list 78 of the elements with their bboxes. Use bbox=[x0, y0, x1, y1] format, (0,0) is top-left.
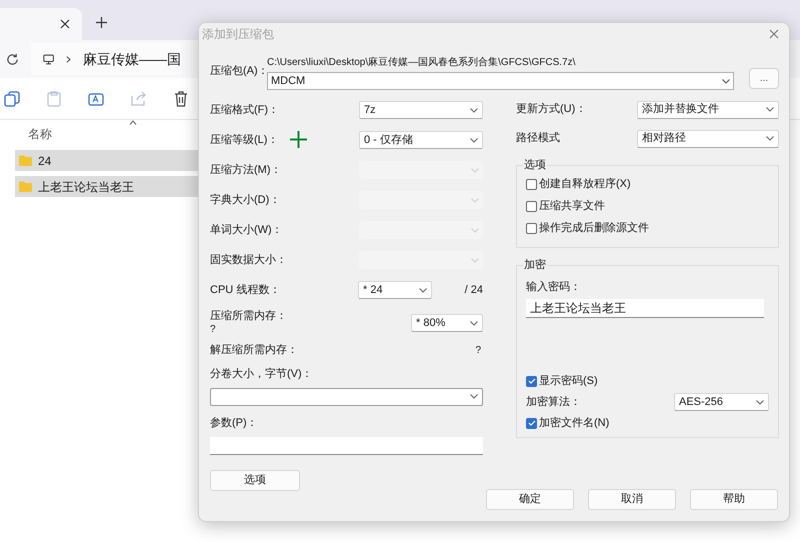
chevron-down-icon bbox=[766, 107, 774, 112]
memory-value: ? bbox=[210, 323, 217, 337]
field-label: 解压缩所需内存： bbox=[210, 342, 298, 358]
field-label: 压缩等级(L)： bbox=[210, 132, 278, 148]
field-label: 压缩包(A)： bbox=[210, 64, 267, 79]
checkbox[interactable]: 显示密码(S) bbox=[526, 370, 769, 392]
field-label: 参数(P)： bbox=[210, 416, 259, 430]
refresh-icon[interactable] bbox=[6, 52, 19, 66]
chevron-down-icon bbox=[470, 108, 478, 112]
chevron-down-icon bbox=[470, 394, 478, 399]
chevron-down-icon bbox=[722, 78, 730, 84]
chevron-right-icon bbox=[66, 54, 71, 64]
dropdown[interactable]: 7z bbox=[359, 101, 483, 119]
share-icon[interactable] bbox=[131, 91, 147, 106]
chevron-down-icon bbox=[470, 320, 478, 326]
dialog-button[interactable]: 确定 bbox=[486, 489, 574, 510]
copy-icon[interactable] bbox=[4, 90, 20, 106]
dialog-button[interactable]: 帮助 bbox=[690, 489, 778, 510]
chevron-down-icon bbox=[471, 168, 479, 172]
folder-icon bbox=[19, 155, 32, 166]
close-icon[interactable] bbox=[60, 19, 70, 29]
dropdown[interactable]: 相对路径 bbox=[637, 130, 779, 148]
field-label: 单词大小(W)： bbox=[210, 222, 283, 238]
field-label: 字典大小(D)： bbox=[210, 192, 280, 208]
crosshair-cursor-icon bbox=[290, 131, 307, 148]
browse-button[interactable]: ... bbox=[749, 68, 779, 89]
clipboard-icon[interactable] bbox=[47, 90, 61, 106]
dropdown[interactable]: * 24 bbox=[358, 281, 432, 299]
window-title: 添加到压缩包 bbox=[202, 26, 274, 43]
options-button[interactable]: 选项 bbox=[210, 470, 300, 491]
checkmark-icon bbox=[528, 378, 536, 384]
field-label: 固实数据大小： bbox=[210, 252, 287, 268]
field-label: 压缩格式(F)： bbox=[210, 102, 280, 118]
dropdown[interactable] bbox=[210, 388, 483, 406]
thread-max: / 24 bbox=[464, 282, 483, 298]
file-row[interactable]: 24 bbox=[15, 150, 200, 171]
dropdown[interactable]: 添加并替换文件 bbox=[637, 100, 779, 118]
field-label: 路径模式 bbox=[516, 131, 560, 146]
checkmark-icon bbox=[528, 420, 536, 426]
folder-icon bbox=[19, 181, 32, 192]
dropdown[interactable]: 0 - 仅存储 bbox=[359, 131, 483, 149]
chevron-down-icon bbox=[470, 138, 478, 142]
breadcrumb[interactable]: 麻豆传媒——国 bbox=[83, 48, 181, 70]
rename-icon[interactable] bbox=[88, 90, 104, 106]
field-label: 分卷大小，字节(V)： bbox=[210, 366, 314, 382]
chevron-down-icon bbox=[419, 288, 427, 292]
group-title: 加密 bbox=[523, 258, 547, 273]
password-field[interactable]: 上老王论坛当老王 bbox=[526, 299, 764, 318]
dropdown[interactable]: AES-256 bbox=[674, 393, 769, 411]
chevron-down-icon bbox=[471, 258, 479, 262]
field-label: CPU 线程数： bbox=[210, 282, 282, 298]
group-title: 选项 bbox=[523, 158, 547, 173]
input-field[interactable] bbox=[210, 437, 483, 455]
column-header[interactable]: 名称 bbox=[28, 125, 52, 143]
field-label: 输入密码： bbox=[526, 280, 582, 294]
field-label: 压缩方法(M)： bbox=[210, 162, 282, 178]
archive-path: C:\Users\liuxi\Desktop\麻豆传媒—国风春色系列合集\GFCS\GFCS.7z\ bbox=[267, 56, 576, 69]
chevron-down-icon bbox=[471, 198, 479, 202]
dialog-button[interactable]: 取消 bbox=[588, 489, 676, 510]
trash-icon[interactable] bbox=[174, 90, 188, 106]
field-label: 压缩所需内存： bbox=[210, 309, 287, 323]
address-bar[interactable]: 麻豆传媒——国 bbox=[31, 43, 181, 75]
chevron-down-icon bbox=[766, 136, 774, 141]
checkbox[interactable]: 压缩共享文件 bbox=[526, 196, 769, 218]
checkbox[interactable]: 创建自释放程序(X) bbox=[526, 174, 769, 196]
dropdown[interactable]: * 80% bbox=[411, 314, 483, 332]
checkbox[interactable]: 加密文件名(N) bbox=[526, 412, 769, 434]
monitor-icon bbox=[43, 52, 54, 66]
chevron-down-icon bbox=[756, 400, 764, 404]
chevron-down-icon bbox=[471, 228, 479, 232]
file-row[interactable]: 上老王论坛当老王 bbox=[15, 176, 200, 197]
archive-name-combo[interactable]: MDCM bbox=[267, 72, 734, 90]
add-icon[interactable] bbox=[96, 17, 107, 28]
sort-caret-icon bbox=[129, 120, 137, 125]
field-label: 更新方式(U)： bbox=[516, 102, 586, 118]
field-label: 加密算法： bbox=[526, 394, 581, 410]
checkbox[interactable]: 操作完成后删除源文件 bbox=[526, 218, 769, 240]
memory-value: ? bbox=[475, 344, 482, 358]
